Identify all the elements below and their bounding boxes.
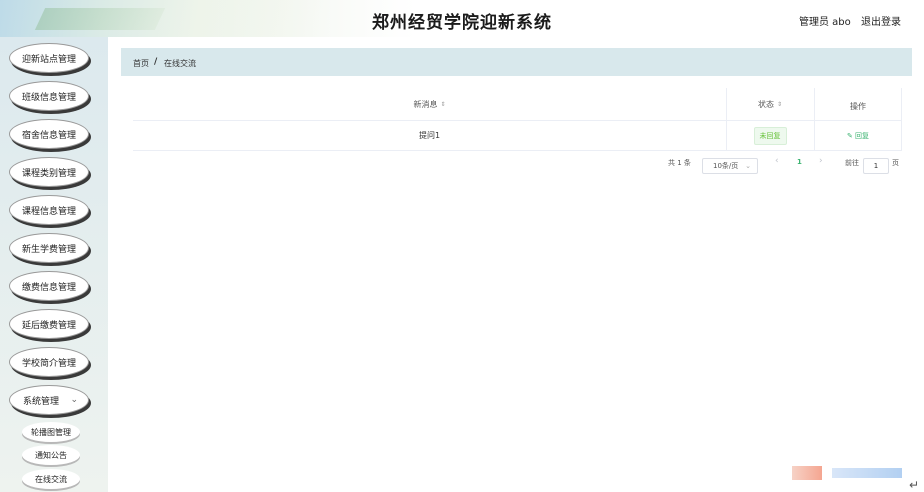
sidebar-item-deferred-payment[interactable]: 延后缴费管理 bbox=[9, 309, 89, 339]
goto-label: 前往 bbox=[845, 159, 859, 167]
status-badge: 未回复 bbox=[753, 126, 787, 145]
column-divider bbox=[901, 88, 902, 151]
sidebar-item-system[interactable]: 系统管理 ⌄ bbox=[9, 385, 89, 415]
breadcrumb-current: 在线交流 bbox=[164, 59, 196, 68]
sidebar-item-payment-info[interactable]: 缴费信息管理 bbox=[9, 271, 89, 301]
sidebar-subitem-online-chat[interactable]: 在线交流 bbox=[22, 469, 80, 489]
sidebar-item-label: 延后缴费管理 bbox=[21, 320, 76, 331]
prev-page-button[interactable]: ‹ bbox=[775, 156, 779, 166]
page-number-current[interactable]: 1 bbox=[797, 158, 802, 166]
chevron-down-icon: ⌄ bbox=[70, 395, 78, 405]
current-user-label: 管理员 abo bbox=[799, 17, 851, 28]
column-header-action: 操作 bbox=[814, 88, 902, 121]
sidebar: 迎新站点管理 班级信息管理 宿舍信息管理 课程类别管理 课程信息管理 新生学费管… bbox=[0, 37, 108, 492]
logout-link[interactable]: 退出登录 bbox=[861, 13, 901, 28]
breadcrumb-separator: / bbox=[154, 57, 158, 67]
sidebar-item-welcome-station[interactable]: 迎新站点管理 bbox=[9, 43, 89, 73]
sidebar-item-label: 班级信息管理 bbox=[21, 92, 76, 103]
pagination-total: 共 1 条 bbox=[668, 159, 691, 167]
chevron-down-icon: ⌄ bbox=[745, 162, 751, 170]
sidebar-item-course-info[interactable]: 课程信息管理 bbox=[9, 195, 89, 225]
sidebar-item-class-info[interactable]: 班级信息管理 bbox=[9, 81, 89, 111]
sidebar-item-label: 系统管理 bbox=[23, 396, 60, 407]
table-cell-action: ✎ 回复 bbox=[814, 121, 902, 151]
message-text: 提问1 bbox=[418, 131, 441, 140]
column-header-label: 新消息 bbox=[413, 99, 438, 109]
sidebar-subitem-carousel[interactable]: 轮播图管理 bbox=[22, 422, 80, 442]
page-size-value: 10条/页 bbox=[713, 162, 739, 170]
page-size-select[interactable]: 10条/页 ⌄ bbox=[702, 158, 758, 174]
goto-page-input[interactable]: 1 bbox=[863, 158, 889, 174]
sidebar-item-tuition[interactable]: 新生学费管理 bbox=[9, 233, 89, 263]
sort-icon[interactable]: ⇕ bbox=[440, 101, 445, 108]
sidebar-subitem-label: 轮播图管理 bbox=[31, 427, 71, 437]
sidebar-subitem-label: 在线交流 bbox=[35, 474, 67, 484]
sidebar-item-label: 学校简介管理 bbox=[21, 358, 76, 369]
sidebar-item-label: 迎新站点管理 bbox=[21, 54, 76, 65]
app-title: 郑州经贸学院迎新系统 bbox=[372, 13, 552, 33]
breadcrumb bbox=[121, 48, 912, 76]
next-page-button[interactable]: › bbox=[819, 156, 823, 166]
sidebar-item-school-intro[interactable]: 学校简介管理 bbox=[9, 347, 89, 377]
reply-button[interactable]: ✎ 回复 bbox=[847, 131, 869, 141]
sidebar-item-dorm-info[interactable]: 宿舍信息管理 bbox=[9, 119, 89, 149]
column-header-message[interactable]: 新消息 ⇕ bbox=[133, 88, 726, 121]
column-header-label: 操作 bbox=[850, 101, 866, 111]
sidebar-item-label: 课程信息管理 bbox=[21, 206, 76, 217]
top-header: 郑州经贸学院迎新系统 管理员 abo 退出登录 bbox=[0, 0, 924, 37]
sidebar-item-label: 新生学费管理 bbox=[21, 244, 76, 255]
sidebar-subitem-notice[interactable]: 通知公告 bbox=[22, 445, 80, 465]
sidebar-item-label: 缴费信息管理 bbox=[21, 282, 76, 293]
table-cell-message: 提问1 bbox=[133, 121, 726, 151]
table-cell-status: 未回复 bbox=[726, 121, 814, 151]
column-divider bbox=[814, 88, 815, 151]
page-unit-label: 页 bbox=[892, 159, 899, 167]
column-divider bbox=[726, 88, 727, 151]
sidebar-subitem-label: 通知公告 bbox=[35, 450, 67, 460]
reply-label: 回复 bbox=[855, 131, 870, 140]
sidebar-item-label: 课程类别管理 bbox=[21, 168, 76, 179]
column-header-label: 状态 bbox=[757, 99, 774, 109]
edit-icon: ✎ bbox=[846, 131, 856, 140]
sidebar-item-course-category[interactable]: 课程类别管理 bbox=[9, 157, 89, 187]
sidebar-item-label: 宿舍信息管理 bbox=[21, 130, 76, 141]
sort-icon[interactable]: ⇕ bbox=[777, 101, 782, 108]
column-header-status[interactable]: 状态 ⇕ bbox=[726, 88, 814, 121]
messages-table: 新消息 ⇕ 状态 ⇕ 操作 提问1 未回复 ✎ 回复 bbox=[133, 88, 902, 151]
breadcrumb-home[interactable]: 首页 bbox=[133, 58, 149, 69]
enter-icon: ↵ bbox=[909, 478, 920, 492]
